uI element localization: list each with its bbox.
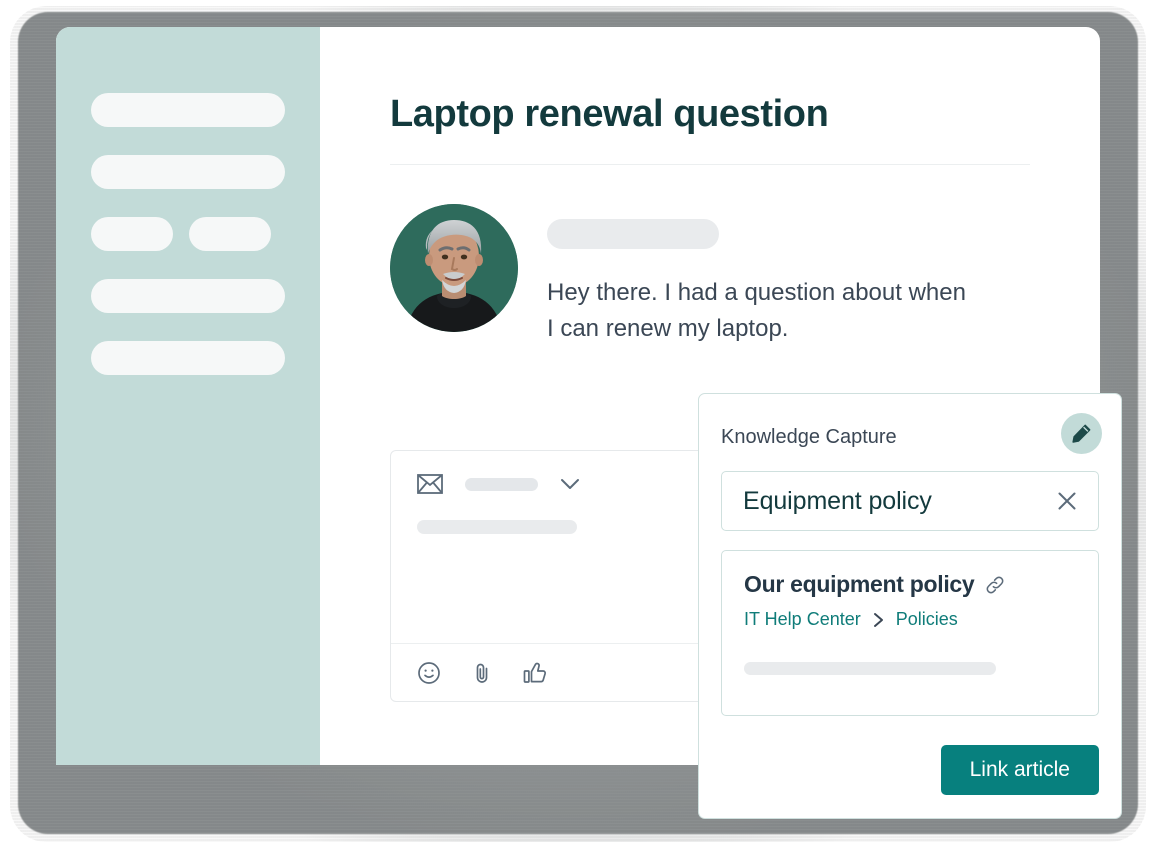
title-divider: [390, 164, 1030, 165]
knowledge-capture-footer: Link article: [940, 745, 1099, 795]
sidebar-placeholder-pill: [91, 155, 285, 189]
sidebar-item-1[interactable]: [56, 93, 320, 127]
sidebar-placeholder-pill: [91, 217, 173, 251]
attachment-icon[interactable]: [471, 661, 493, 685]
clear-search-button[interactable]: [1056, 490, 1078, 512]
emoji-icon[interactable]: [417, 661, 441, 685]
channel-placeholder: [465, 477, 538, 491]
article-title: Our equipment policy: [744, 571, 975, 597]
edit-button[interactable]: [1061, 413, 1102, 454]
article-search-value: Equipment policy: [743, 486, 932, 515]
envelope-icon: [417, 474, 443, 494]
breadcrumb-parent[interactable]: IT Help Center: [744, 609, 861, 630]
article-result-card[interactable]: Our equipment policy IT Help Center Poli…: [721, 550, 1099, 716]
author-name-placeholder: [547, 219, 719, 249]
sidebar: [56, 27, 320, 765]
page-title: Laptop renewal question: [390, 93, 829, 135]
screenshot-root: Laptop renewal question Hey there. I had…: [0, 0, 1156, 852]
sidebar-item-2[interactable]: [56, 155, 320, 189]
breadcrumb-child[interactable]: Policies: [896, 609, 958, 630]
composer-body-placeholder: [417, 520, 577, 534]
article-search-field[interactable]: Equipment policy: [721, 471, 1099, 531]
close-icon: [1056, 490, 1078, 512]
chevron-right-icon: [873, 612, 884, 628]
sidebar-item-3[interactable]: [56, 217, 320, 251]
sidebar-item-5[interactable]: [56, 341, 320, 375]
pencil-icon: [1071, 423, 1092, 444]
link-icon: [984, 574, 1006, 596]
knowledge-capture-header: Knowledge Capture: [721, 413, 1102, 454]
sidebar-placeholder-pill: [91, 279, 285, 313]
chevron-down-icon[interactable]: [560, 478, 580, 490]
knowledge-capture-panel: Knowledge Capture Equipment policy Our e…: [698, 393, 1122, 819]
sidebar-item-4[interactable]: [56, 279, 320, 313]
breadcrumb: IT Help Center Policies: [744, 609, 1076, 630]
message-body: Hey there. I had a question about when I…: [547, 204, 977, 347]
sidebar-placeholder-pill: [189, 217, 271, 251]
thumbs-up-icon[interactable]: [523, 661, 548, 685]
sidebar-placeholder-pill: [91, 93, 285, 127]
link-article-button[interactable]: Link article: [940, 745, 1099, 795]
article-title-row: Our equipment policy: [744, 571, 1076, 598]
message-text: Hey there. I had a question about when I…: [547, 279, 966, 342]
sidebar-placeholder-pill: [91, 341, 285, 375]
avatar: [390, 204, 518, 332]
conversation-message: Hey there. I had a question about when I…: [390, 204, 1100, 347]
knowledge-capture-title: Knowledge Capture: [721, 426, 897, 448]
article-excerpt-placeholder: [744, 662, 996, 675]
